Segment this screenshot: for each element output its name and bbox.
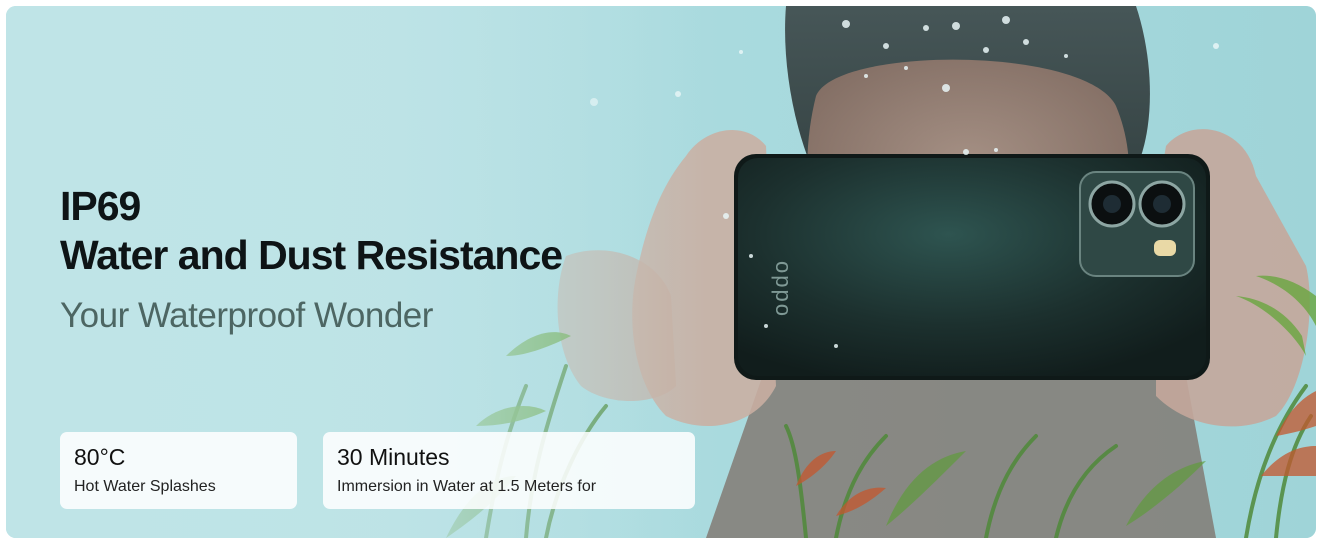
hero-banner: oppo IP69 Water and Dust Resistance Your…	[6, 6, 1316, 538]
page-title: IP69 Water and Dust Resistance	[60, 182, 563, 280]
phone-brand-logo: oppo	[771, 261, 796, 318]
feature-description: Immersion in Water at 1.5 Meters for	[337, 478, 597, 495]
feature-value: 30 Minutes	[337, 444, 450, 470]
title-feature: Water and Dust Resistance	[60, 232, 563, 278]
title-ip-rating: IP69	[60, 183, 141, 229]
feature-description: Hot Water Splashes	[74, 478, 216, 495]
feature-value: 80°C	[74, 444, 126, 470]
feature-card-immersion: 30 Minutes Immersion in Water at 1.5 Met…	[323, 432, 695, 509]
subtitle: Your Waterproof Wonder	[60, 296, 433, 335]
feature-card-hot-water: 80°C Hot Water Splashes	[60, 432, 297, 509]
